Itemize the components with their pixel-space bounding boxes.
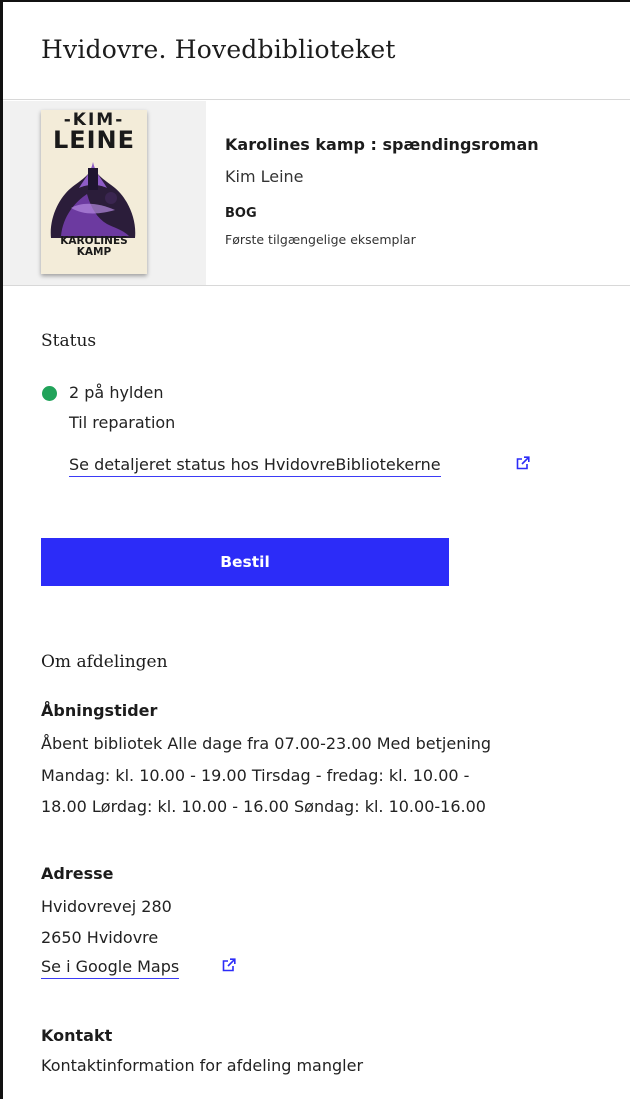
opening-hours-line: Åbent bibliotek Alle dage fra 07.00-23.0… [41, 734, 492, 753]
book-title: Karolines kamp : spændingsroman [225, 135, 539, 154]
status-subtext: Til reparation [69, 413, 176, 432]
material-type: BOG [225, 206, 257, 221]
copy-note: Første tilgængelige eksemplar [225, 232, 416, 247]
address-city: 2650 Hvidovre [41, 928, 159, 947]
book-cover-image: -KIM- LEINE KAROLINES KAMP [41, 110, 147, 274]
opening-hours-line: Mandag: kl. 10.00 - 19.00 Tirsdag - fred… [41, 765, 470, 785]
page-title: Hvidovre. Hovedbiblioteket [41, 35, 396, 64]
opening-hours-text: Åbent bibliotek Alle dage fra 07.00-23.0… [41, 728, 601, 823]
divider [3, 285, 630, 286]
external-link-icon[interactable] [222, 958, 236, 972]
contact-label: Kontakt [41, 1026, 113, 1045]
cover-author-line2: LEINE [52, 126, 136, 154]
availability-text: 2 på hylden [69, 383, 164, 402]
cover-title: KAROLINES KAMP [41, 236, 147, 258]
cover-art-illustration [50, 162, 136, 238]
cover-title-line2: KAMP [76, 246, 112, 258]
external-link-icon[interactable] [516, 456, 530, 470]
department-heading: Om afdelingen [41, 652, 168, 672]
branch-panel: Hvidovre. Hovedbiblioteket -KIM- LEINE K… [0, 0, 630, 1099]
detailed-status-link[interactable]: Se detaljeret status hos HvidovreBibliot… [69, 455, 441, 477]
book-author: Kim Leine [225, 167, 304, 186]
order-button[interactable]: Bestil [41, 538, 449, 586]
opening-hours-line: 18.00 Lørdag: kl. 10.00 - 16.00 Søndag: … [41, 797, 486, 816]
status-dot-icon [42, 386, 57, 401]
opening-hours-label: Åbningstider [41, 701, 158, 720]
status-heading: Status [41, 331, 97, 351]
address-street: Hvidovrevej 280 [41, 897, 172, 916]
divider [3, 99, 630, 100]
address-label: Adresse [41, 864, 114, 883]
google-maps-link[interactable]: Se i Google Maps [41, 957, 180, 979]
cover-author: -KIM- LEINE [41, 112, 147, 154]
contact-text: Kontaktinformation for afdeling mangler [41, 1056, 364, 1075]
